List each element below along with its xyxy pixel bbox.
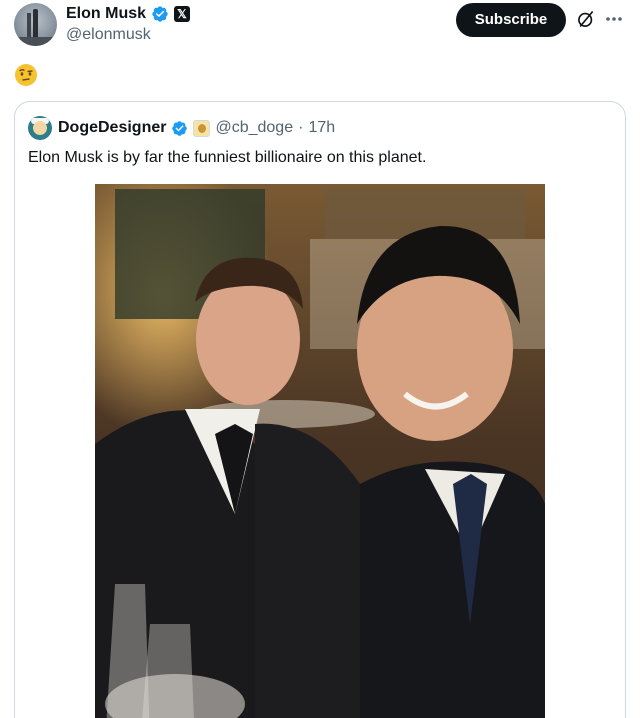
quote-author-avatar[interactable] — [28, 116, 52, 140]
author-handle[interactable]: @elonmusk — [66, 26, 151, 44]
raised-eyebrow-emoji — [15, 64, 37, 86]
quote-author-name[interactable]: DogeDesigner — [58, 119, 166, 137]
quoted-post-card[interactable]: DogeDesigner @cb_doge · 17h Elon Musk is… — [14, 101, 626, 718]
quote-author-row: DogeDesigner @cb_doge · 17h — [58, 118, 335, 138]
verified-badge-icon[interactable] — [151, 5, 169, 23]
avatar-face — [33, 121, 47, 135]
avatar-launch-tower — [27, 13, 31, 37]
avatar-ground — [14, 37, 57, 46]
author-display-name[interactable]: Elon Musk — [66, 5, 146, 23]
separator-dot: · — [298, 119, 304, 136]
verified-badge-icon[interactable] — [171, 120, 188, 137]
author-name-row: Elon Musk 𝕏 — [66, 4, 191, 24]
quote-text: Elon Musk is by far the funniest billion… — [28, 149, 427, 166]
more-options-icon[interactable] — [604, 12, 624, 26]
x-logo-icon[interactable]: 𝕏 — [174, 6, 191, 22]
author-avatar[interactable] — [14, 3, 57, 46]
grok-icon[interactable] — [576, 9, 596, 29]
quote-author-handle[interactable]: @cb_doge — [215, 119, 293, 137]
quote-media-photo[interactable] — [95, 184, 545, 718]
subscribe-button[interactable]: Subscribe — [456, 3, 566, 37]
quote-timestamp[interactable]: 17h — [308, 119, 335, 137]
affiliate-badge-icon[interactable] — [193, 119, 211, 137]
avatar-rocket — [33, 9, 38, 37]
